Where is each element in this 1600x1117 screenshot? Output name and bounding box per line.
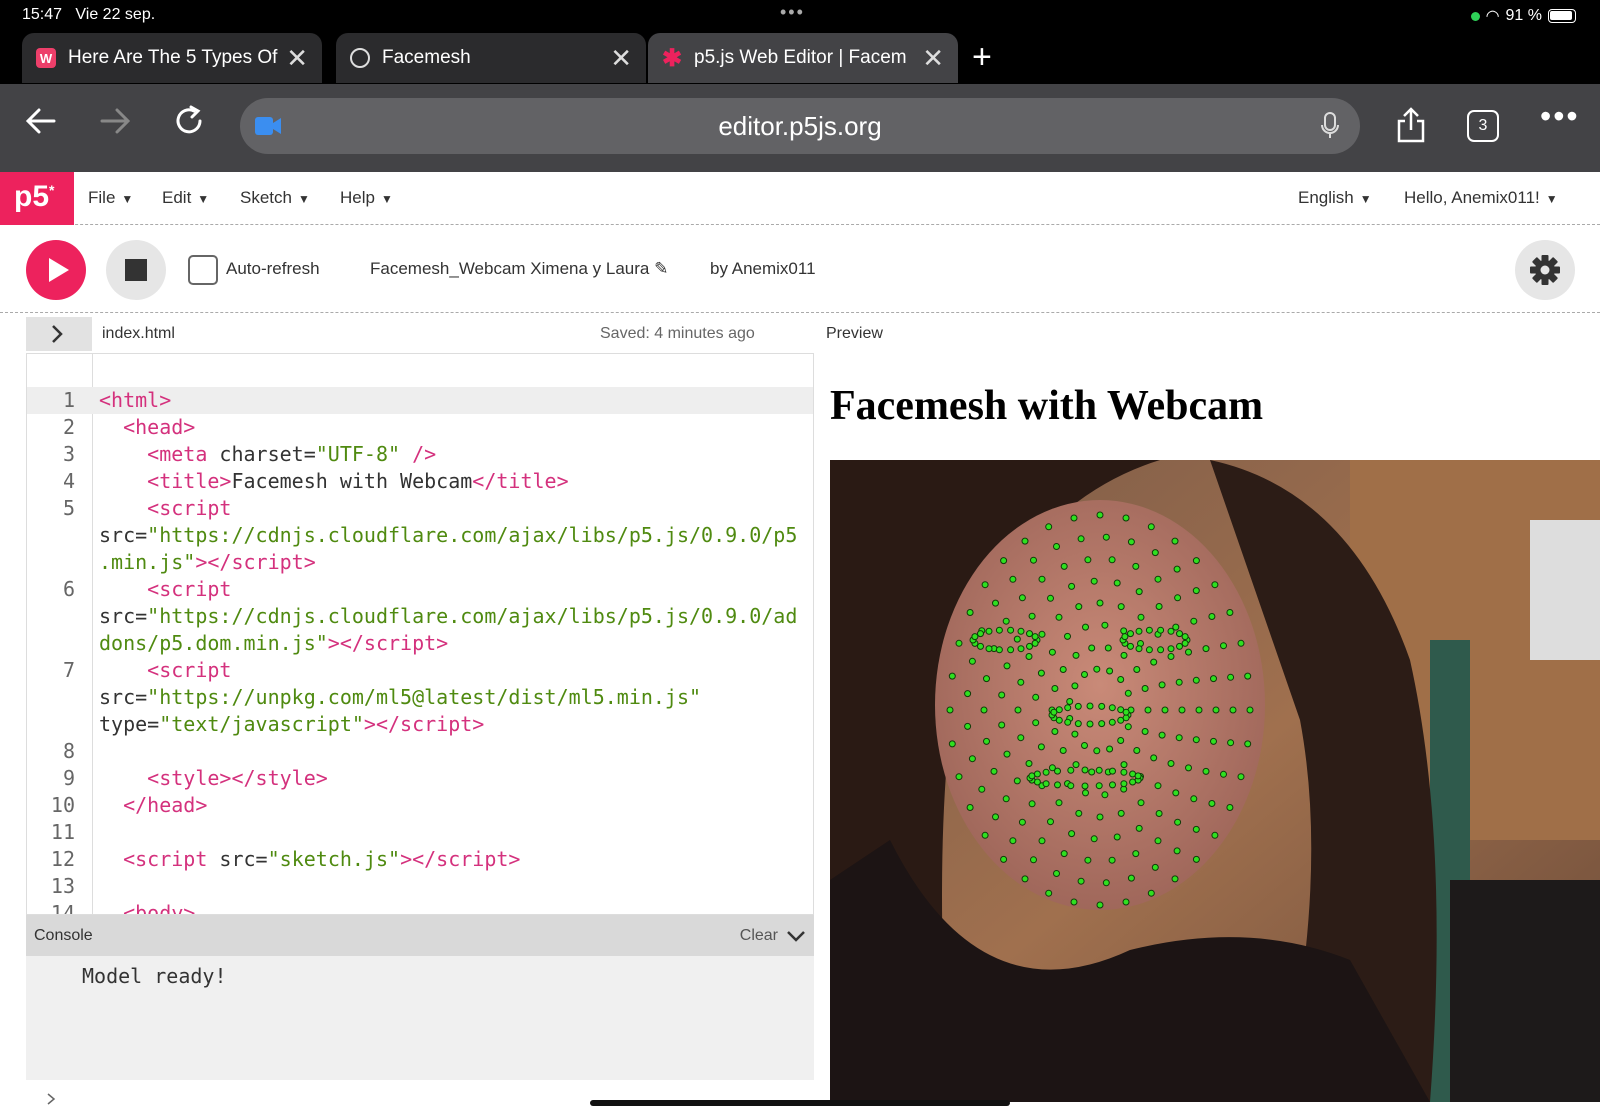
more-options-icon[interactable]: •••: [1540, 98, 1580, 135]
file-tab-bar: index.html Saved: 4 minutes ago: [26, 313, 814, 353]
tab-article[interactable]: W Here Are The 5 Types Of ✕: [22, 33, 322, 83]
tab-facemesh[interactable]: Facemesh ✕: [336, 33, 646, 83]
close-tab-icon[interactable]: ✕: [610, 43, 632, 74]
stop-button[interactable]: [106, 240, 166, 300]
webcam-canvas[interactable]: [830, 460, 1600, 1102]
editor-menubar: p5* File ▼ Edit ▼ Sketch ▼ Help ▼ English ▼ H…: [0, 172, 1600, 225]
gear-icon: [1530, 255, 1560, 285]
caret-down-icon: ▼: [121, 192, 134, 206]
reload-icon[interactable]: [172, 104, 206, 146]
caret-down-icon: ▼: [1545, 192, 1558, 206]
camera-indicator-icon: [1470, 11, 1480, 21]
console-clear-button[interactable]: Clear: [740, 927, 778, 945]
p5-asterisk-icon: ✱: [661, 44, 683, 72]
menu-file[interactable]: File ▼: [88, 188, 133, 208]
tab-count-button[interactable]: 3: [1467, 110, 1499, 142]
sketch-name[interactable]: Facemesh_Webcam Ximena y Laura ✎: [370, 259, 668, 279]
console-message: Model ready!: [82, 964, 227, 988]
menu-help[interactable]: Help ▼: [340, 188, 393, 208]
preview-page-title: Facemesh with Webcam: [830, 383, 1264, 429]
tab-bar: W Here Are The 5 Types Of ✕ Facemesh ✕ ✱…: [0, 30, 1600, 84]
tab-p5-editor[interactable]: ✱ p5.js Web Editor | Facem ✕: [648, 33, 958, 83]
saved-status: Saved: 4 minutes ago: [600, 325, 755, 342]
forward-arrow-icon[interactable]: [98, 104, 132, 146]
status-time: 15:47 Vie 22 sep.: [22, 6, 156, 23]
chevron-right-icon: [52, 325, 63, 343]
article-favicon-icon: W: [36, 48, 56, 68]
browser-toolbar: editor.p5js.org 3 •••: [0, 84, 1600, 172]
play-button[interactable]: [26, 240, 86, 300]
menu-sketch[interactable]: Sketch ▼: [240, 188, 310, 208]
battery-icon: [1548, 9, 1576, 23]
status-bar: 15:47 Vie 22 sep. ••• ◠ 91 %: [0, 0, 1600, 30]
globe-icon: [350, 48, 370, 68]
caret-down-icon: ▼: [1359, 192, 1372, 206]
console-output: Model ready!: [26, 956, 814, 1080]
close-tab-icon[interactable]: ✕: [286, 43, 308, 74]
pencil-icon[interactable]: ✎: [654, 259, 668, 278]
tab-label: p5.js Web Editor | Facem: [694, 47, 907, 68]
url-text[interactable]: editor.p5js.org: [240, 111, 1360, 142]
user-menu[interactable]: Hello, Anemix011! ▼: [1404, 188, 1558, 208]
multitasking-dots-icon[interactable]: •••: [780, 2, 805, 23]
auto-refresh-checkbox[interactable]: [188, 255, 218, 285]
console-header: Console Clear: [26, 915, 814, 956]
caret-down-icon: ▼: [197, 192, 210, 206]
home-indicator: [590, 1100, 1010, 1106]
tab-label: Facemesh: [382, 47, 471, 68]
chevron-down-icon[interactable]: [786, 928, 806, 944]
wifi-icon: ◠: [1485, 8, 1500, 25]
status-right: ◠ 91 %: [1470, 6, 1576, 26]
back-arrow-icon[interactable]: [24, 104, 58, 146]
editor-toolbar: Auto-refresh Facemesh_Webcam Ximena y La…: [0, 226, 1600, 313]
caret-down-icon: ▼: [380, 192, 393, 206]
caret-down-icon: ▼: [297, 192, 310, 206]
share-icon[interactable]: [1395, 106, 1427, 152]
toggle-sidebar-button[interactable]: [26, 317, 92, 351]
facemesh-video: [830, 460, 1600, 1102]
tab-label: Here Are The 5 Types Of: [68, 47, 278, 68]
sketch-author[interactable]: by Anemix011: [710, 259, 816, 279]
p5-logo[interactable]: p5*: [0, 172, 74, 225]
microphone-icon[interactable]: [1320, 111, 1340, 141]
new-tab-plus-icon[interactable]: +: [972, 38, 992, 77]
preview-label: Preview: [826, 325, 883, 342]
code-editor[interactable]: 1 <html> 2 <head> 3 <meta charset="UTF-8"…: [26, 353, 814, 915]
settings-button[interactable]: [1515, 240, 1575, 300]
menu-edit[interactable]: Edit ▼: [162, 188, 209, 208]
console-input[interactable]: [26, 1080, 814, 1117]
chevron-right-icon: [47, 1093, 56, 1105]
file-name: index.html: [102, 325, 175, 342]
console-title: Console: [34, 927, 93, 944]
address-bar[interactable]: editor.p5js.org: [240, 98, 1360, 154]
language-selector[interactable]: English ▼: [1298, 188, 1372, 208]
auto-refresh-label: Auto-refresh: [226, 259, 320, 278]
close-tab-icon[interactable]: ✕: [922, 43, 944, 74]
battery-percent: 91 %: [1505, 7, 1542, 24]
